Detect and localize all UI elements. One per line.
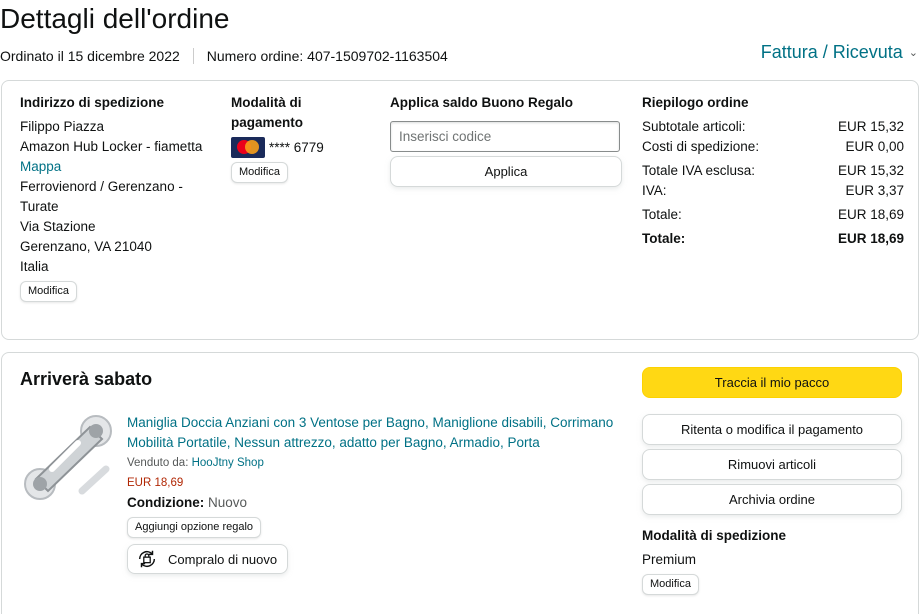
chevron-down-icon: ⌄	[908, 47, 918, 59]
edit-shipping-method-button[interactable]: Modifica	[642, 574, 699, 595]
shipment-card: Arriverà sabato Maniglia Doccia Anziani …	[1, 352, 919, 614]
condition-label: Condizione:	[127, 495, 205, 510]
map-link[interactable]: Mappa	[20, 157, 225, 177]
sold-by-label: Venduto da:	[127, 457, 189, 469]
summary-row: IVA: EUR 3,37	[642, 183, 904, 198]
address-name: Filippo Piazza	[20, 119, 105, 134]
apply-gift-button[interactable]: Applica	[390, 156, 622, 187]
order-meta: Ordinato il 15 dicembre 2022 Numero ordi…	[0, 48, 448, 64]
shipping-method-title: Modalità di spedizione	[642, 528, 787, 543]
address-country: Italia	[20, 259, 49, 274]
product-details: Maniglia Doccia Anziani con 3 Ventose pe…	[127, 413, 617, 575]
shipping-address-title: Indirizzo di spedizione	[20, 95, 165, 110]
product-price: EUR 18,69	[127, 477, 184, 489]
summary-total-row: Totale: EUR 18,69	[642, 231, 904, 246]
gift-card-title: Applica saldo Buono Regalo	[390, 95, 574, 110]
buy-again-icon	[138, 550, 156, 568]
payment-title: Modalità di pagamento	[231, 95, 304, 130]
seller-info: Venduto da: HooJtny Shop	[127, 454, 617, 473]
gift-card-section: Applica saldo Buono Regalo Applica	[390, 93, 622, 187]
order-number: Numero ordine: 407-1509702-1163504	[206, 48, 448, 64]
summary-row: Subtotale articoli: EUR 15,32	[642, 119, 904, 134]
summary-row: Totale: EUR 18,69	[642, 207, 904, 222]
track-package-button[interactable]: Traccia il mio pacco	[642, 367, 902, 398]
mastercard-icon	[231, 137, 265, 158]
edit-address-button[interactable]: Modifica	[20, 281, 77, 302]
page-title: Dettagli dell'ordine	[0, 3, 230, 34]
address-line: Gerenzano, VA 21040	[20, 239, 152, 254]
edit-payment-button[interactable]: Modifica	[231, 162, 288, 183]
archive-order-button[interactable]: Archivia ordine	[642, 484, 902, 515]
gift-code-input[interactable]	[390, 121, 620, 152]
address-line: Ferrovienord / Gerenzano -	[20, 179, 183, 194]
summary-row: Totale IVA esclusa: EUR 15,32	[642, 163, 904, 178]
product-image[interactable]	[22, 411, 118, 507]
invoice-link-label[interactable]: Fattura / Ricevuta	[761, 42, 903, 63]
order-summary-section: Riepilogo ordine Subtotale articoli: EUR …	[642, 93, 904, 249]
shipment-actions: Traccia il mio pacco Ritenta o modifica …	[642, 367, 902, 595]
shipping-address-section: Indirizzo di spedizione Filippo Piazza A…	[20, 93, 225, 302]
shipping-method-value: Premium	[642, 552, 697, 567]
divider	[192, 48, 194, 64]
product-condition: Condizione: Nuovo	[127, 493, 617, 513]
buy-again-button[interactable]: Compralo di nuovo	[127, 544, 289, 574]
payment-section: Modalità di pagamento **** 6779 Modifica	[231, 93, 361, 183]
order-info-card: Indirizzo di spedizione Filippo Piazza A…	[1, 80, 919, 340]
order-summary-title: Riepilogo ordine	[642, 95, 749, 110]
condition-value: Nuovo	[208, 495, 248, 510]
add-gift-option-button[interactable]: Aggiungi opzione regalo	[127, 517, 262, 538]
delivery-status: Arriverà sabato	[20, 369, 153, 389]
buy-again-label: Compralo di nuovo	[168, 551, 278, 567]
address-line: Via Stazione	[20, 219, 96, 234]
order-date: Ordinato il 15 dicembre 2022	[0, 48, 180, 64]
seller-link[interactable]: HooJtny Shop	[192, 457, 264, 469]
address-line: Turate	[20, 199, 59, 214]
invoice-dropdown[interactable]: Fattura / Ricevuta ⌄	[761, 42, 918, 63]
retry-payment-button[interactable]: Ritenta o modifica il pagamento	[642, 414, 902, 445]
card-digits: **** 6779	[269, 140, 324, 155]
product-title-link[interactable]: Maniglia Doccia Anziani con 3 Ventose pe…	[127, 413, 617, 453]
summary-row: Costi di spedizione: EUR 0,00	[642, 139, 904, 154]
address-line: Amazon Hub Locker - fiametta	[20, 139, 203, 154]
remove-items-button[interactable]: Rimuovi articoli	[642, 449, 902, 480]
